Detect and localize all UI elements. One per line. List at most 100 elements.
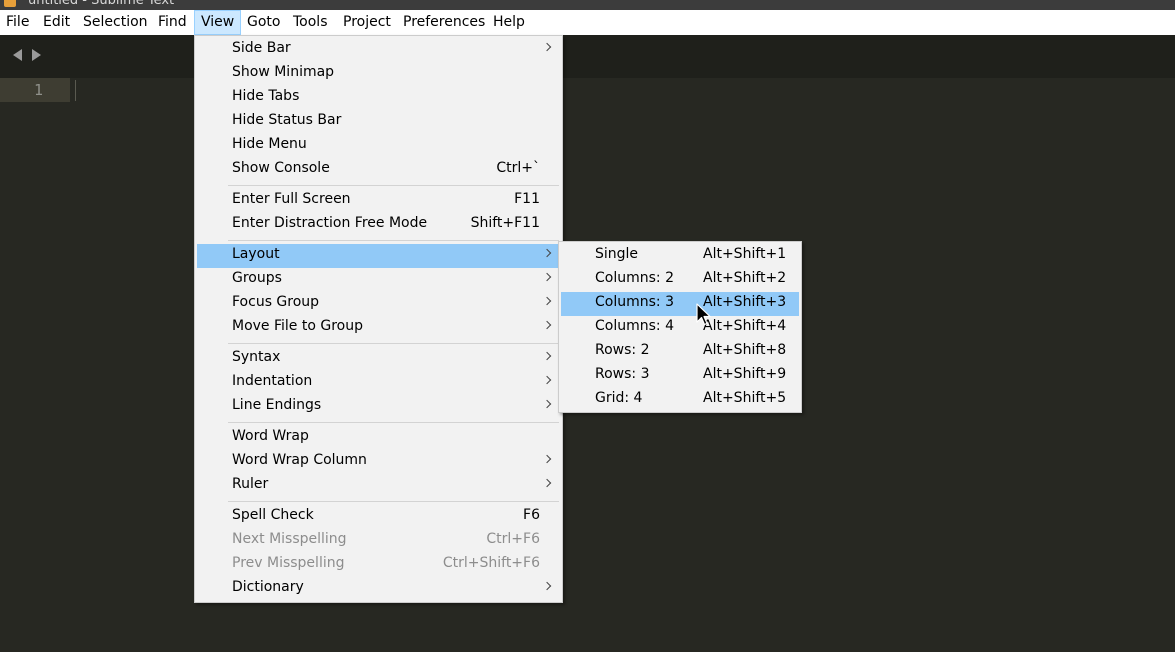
submenu-arrow-icon bbox=[542, 320, 552, 330]
view-menu-item-dictionary[interactable]: Dictionary bbox=[197, 577, 560, 601]
menu-item-label: Show Console bbox=[232, 160, 330, 176]
menu-item-label: Enter Distraction Free Mode bbox=[232, 215, 428, 231]
menu-item-label: Syntax bbox=[232, 349, 281, 365]
menu-help[interactable]: Help bbox=[487, 10, 531, 35]
layout-item-columns-3[interactable]: Columns: 3 Alt+Shift+3 bbox=[561, 292, 799, 316]
menu-item-label: Single bbox=[595, 246, 639, 262]
menu-find[interactable]: Find bbox=[152, 10, 193, 35]
view-menu-item-next-misspelling: Next Misspelling Ctrl+F6 bbox=[197, 529, 560, 553]
menu-item-label: Focus Group bbox=[232, 294, 320, 310]
submenu-arrow-icon bbox=[542, 581, 552, 591]
view-menu-item-syntax[interactable]: Syntax bbox=[197, 347, 560, 371]
view-menu-item-distraction-free[interactable]: Enter Distraction Free Mode Shift+F11 bbox=[197, 213, 560, 237]
menu-tools[interactable]: Tools bbox=[287, 10, 334, 35]
menu-preferences[interactable]: Preferences bbox=[397, 10, 491, 35]
menu-separator bbox=[228, 240, 559, 241]
view-menu-item-indentation[interactable]: Indentation bbox=[197, 371, 560, 395]
menu-item-label: Word Wrap bbox=[232, 428, 309, 444]
menu-item-label: Show Minimap bbox=[232, 64, 335, 80]
view-menu-item-hide-tabs[interactable]: Hide Tabs bbox=[197, 86, 560, 110]
menu-bar: File Edit Selection Find View Goto Tools… bbox=[0, 10, 1175, 35]
view-menu-item-focus-group[interactable]: Focus Group bbox=[197, 292, 560, 316]
layout-item-single[interactable]: Single Alt+Shift+1 bbox=[561, 244, 799, 268]
window-title: untitled - Sublime Text bbox=[28, 0, 175, 8]
line-number: 1 bbox=[33, 81, 43, 99]
menu-item-shortcut: F11 bbox=[514, 191, 540, 207]
mouse-pointer-icon bbox=[696, 303, 711, 326]
layout-item-grid-4[interactable]: Grid: 4 Alt+Shift+5 bbox=[561, 388, 799, 412]
menu-item-label: Hide Menu bbox=[232, 136, 307, 152]
menu-item-label: Rows: 3 bbox=[595, 366, 650, 382]
layout-item-rows-2[interactable]: Rows: 2 Alt+Shift+8 bbox=[561, 340, 799, 364]
menu-project[interactable]: Project bbox=[337, 10, 397, 35]
view-menu-item-enter-full-screen[interactable]: Enter Full Screen F11 bbox=[197, 189, 560, 213]
menu-view[interactable]: View bbox=[194, 10, 242, 35]
view-menu: Side Bar Show Minimap Hide Tabs Hide Sta… bbox=[194, 35, 563, 603]
menu-item-label: Side Bar bbox=[232, 40, 291, 56]
view-menu-item-hide-menu[interactable]: Hide Menu bbox=[197, 134, 560, 158]
menu-edit[interactable]: Edit bbox=[37, 10, 76, 35]
title-bar: untitled - Sublime Text bbox=[0, 0, 1175, 10]
layout-item-columns-4[interactable]: Columns: 4 Alt+Shift+4 bbox=[561, 316, 799, 340]
menu-item-shortcut: Alt+Shift+4 bbox=[703, 318, 787, 334]
tab-bar bbox=[0, 35, 1175, 78]
menu-item-label: Spell Check bbox=[232, 507, 314, 523]
menu-item-label: Layout bbox=[232, 246, 280, 262]
menu-item-shortcut: Ctrl+Shift+F6 bbox=[442, 555, 540, 571]
gutter-current-line: 1 bbox=[0, 78, 70, 102]
text-caret bbox=[75, 80, 76, 101]
menu-goto[interactable]: Goto bbox=[241, 10, 286, 35]
menu-separator bbox=[228, 185, 559, 186]
submenu-arrow-icon bbox=[542, 351, 552, 361]
menu-item-label: Grid: 4 bbox=[595, 390, 643, 406]
submenu-arrow-icon bbox=[542, 248, 552, 258]
menu-item-label: Ruler bbox=[232, 476, 269, 492]
menu-item-shortcut: Alt+Shift+3 bbox=[703, 294, 787, 310]
view-menu-item-show-console[interactable]: Show Console Ctrl+` bbox=[197, 158, 560, 182]
menu-item-label: Rows: 2 bbox=[595, 342, 650, 358]
menu-item-label: Next Misspelling bbox=[232, 531, 347, 547]
view-menu-item-word-wrap[interactable]: Word Wrap bbox=[197, 426, 560, 450]
tab-scroll-right-icon[interactable] bbox=[32, 49, 41, 61]
view-menu-item-ruler[interactable]: Ruler bbox=[197, 474, 560, 498]
submenu-arrow-icon bbox=[542, 272, 552, 282]
menu-selection[interactable]: Selection bbox=[77, 10, 154, 35]
view-menu-item-word-wrap-column[interactable]: Word Wrap Column bbox=[197, 450, 560, 474]
menu-item-label: Line Endings bbox=[232, 397, 322, 413]
layout-item-rows-3[interactable]: Rows: 3 Alt+Shift+9 bbox=[561, 364, 799, 388]
menu-item-shortcut: Alt+Shift+8 bbox=[703, 342, 787, 358]
menu-item-label: Hide Tabs bbox=[232, 88, 300, 104]
menu-item-label: Dictionary bbox=[232, 579, 304, 595]
view-menu-item-move-file-to-group[interactable]: Move File to Group bbox=[197, 316, 560, 340]
menu-item-shortcut: Shift+F11 bbox=[470, 215, 540, 231]
view-menu-item-spell-check[interactable]: Spell Check F6 bbox=[197, 505, 560, 529]
menu-item-shortcut: F6 bbox=[523, 507, 540, 523]
view-menu-item-hide-status-bar[interactable]: Hide Status Bar bbox=[197, 110, 560, 134]
menu-item-shortcut: Ctrl+` bbox=[496, 160, 540, 176]
menu-item-label: Hide Status Bar bbox=[232, 112, 342, 128]
menu-item-label: Word Wrap Column bbox=[232, 452, 367, 468]
view-menu-item-prev-misspelling: Prev Misspelling Ctrl+Shift+F6 bbox=[197, 553, 560, 577]
view-menu-item-layout[interactable]: Layout bbox=[197, 244, 560, 268]
submenu-arrow-icon bbox=[542, 375, 552, 385]
submenu-arrow-icon bbox=[542, 454, 552, 464]
menu-item-label: Prev Misspelling bbox=[232, 555, 345, 571]
view-menu-item-groups[interactable]: Groups bbox=[197, 268, 560, 292]
tab-scroll-left-icon[interactable] bbox=[13, 49, 22, 61]
layout-item-columns-2[interactable]: Columns: 2 Alt+Shift+2 bbox=[561, 268, 799, 292]
view-menu-item-show-minimap[interactable]: Show Minimap bbox=[197, 62, 560, 86]
menu-item-shortcut: Alt+Shift+5 bbox=[703, 390, 787, 406]
view-menu-item-line-endings[interactable]: Line Endings bbox=[197, 395, 560, 419]
menu-file[interactable]: File bbox=[0, 10, 35, 35]
menu-item-label: Indentation bbox=[232, 373, 313, 389]
menu-item-label: Columns: 4 bbox=[595, 318, 674, 334]
menu-item-label: Groups bbox=[232, 270, 282, 286]
submenu-arrow-icon bbox=[542, 42, 552, 52]
menu-separator bbox=[228, 501, 559, 502]
view-menu-item-side-bar[interactable]: Side Bar bbox=[197, 38, 560, 62]
submenu-arrow-icon bbox=[542, 296, 552, 306]
menu-item-label: Enter Full Screen bbox=[232, 191, 351, 207]
menu-separator bbox=[228, 422, 559, 423]
menu-separator bbox=[228, 343, 559, 344]
menu-item-shortcut: Alt+Shift+9 bbox=[703, 366, 787, 382]
